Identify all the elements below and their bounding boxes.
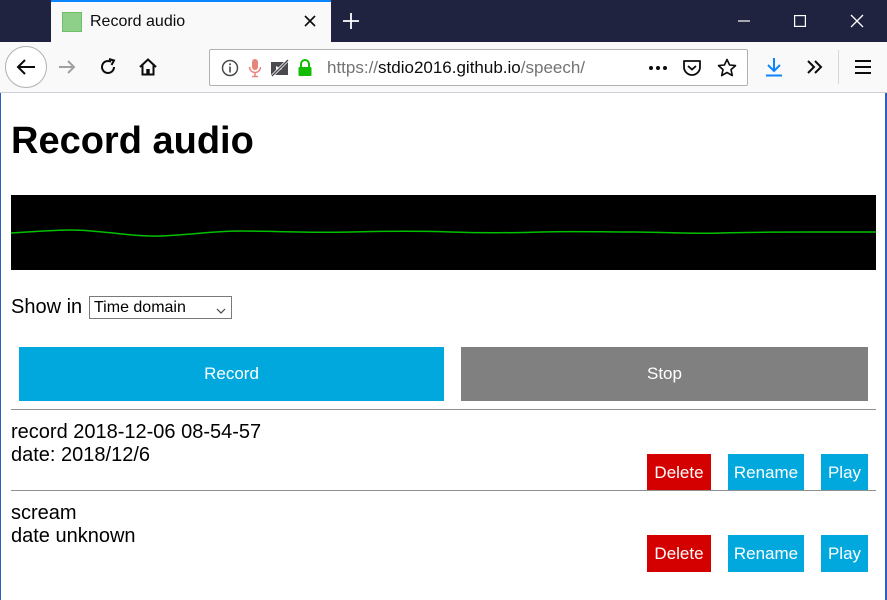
ellipsis-icon[interactable] [648, 58, 668, 78]
clip-name: record 2018-12-06 08-54-57 [11, 421, 262, 443]
clip-item: scream date unknown Delete Rename Play [0, 502, 887, 582]
play-button[interactable]: Play [821, 454, 868, 491]
rename-button[interactable]: Rename [728, 535, 804, 572]
url-scheme: https:// [327, 58, 379, 77]
home-icon[interactable] [133, 52, 163, 82]
hamburger-icon[interactable] [848, 52, 878, 82]
waveform-visualizer [10, 195, 876, 270]
browser-tab[interactable]: Record audio [51, 0, 331, 42]
favicon-icon [62, 12, 82, 32]
delete-button[interactable]: Delete [647, 454, 711, 491]
url-text[interactable]: https://stdio2016.github.io/speech/ [327, 58, 632, 78]
rename-button[interactable]: Rename [728, 454, 804, 491]
page-title: Record audio [11, 120, 254, 162]
autoplay-blocked-icon[interactable] [270, 58, 290, 78]
star-icon[interactable] [717, 58, 737, 78]
maximize-button[interactable] [772, 0, 828, 42]
download-icon[interactable] [759, 52, 789, 82]
microphone-icon[interactable] [245, 58, 265, 78]
url-path: /speech/ [520, 58, 586, 77]
stop-button[interactable]: Stop [461, 347, 868, 401]
reload-icon[interactable] [93, 52, 123, 82]
info-icon[interactable] [220, 58, 240, 78]
clip-item: record 2018-12-06 08-54-57 date: 2018/12… [0, 421, 887, 501]
toolbar-separator [838, 50, 839, 84]
play-button[interactable]: Play [821, 535, 868, 572]
lock-icon[interactable] [295, 58, 315, 78]
minimize-button[interactable] [716, 0, 772, 42]
view-mode-value: Time domain [94, 299, 186, 316]
page-content: Record audio Show in Time domain Record … [0, 93, 887, 600]
clip-divider [11, 409, 876, 410]
waveform-line [10, 229, 876, 237]
clip-date: date: 2018/12/6 [11, 444, 151, 466]
plus-icon[interactable] [336, 6, 366, 36]
forward-arrow-icon[interactable] [52, 52, 82, 82]
record-button[interactable]: Record [19, 347, 444, 401]
clip-divider [11, 490, 876, 491]
clip-date: date unknown [11, 525, 136, 547]
delete-button[interactable]: Delete [647, 535, 711, 572]
pocket-icon[interactable] [682, 58, 702, 78]
window-titlebar: Record audio [0, 0, 887, 42]
window-close-button[interactable] [829, 0, 885, 42]
clip-name: scream [11, 502, 77, 524]
double-chevron-icon[interactable] [800, 52, 830, 82]
show-in-label: Show in [11, 296, 83, 318]
close-icon[interactable] [299, 10, 321, 32]
navigation-toolbar: https://stdio2016.github.io/speech/ [0, 42, 887, 93]
view-mode-select[interactable]: Time domain [89, 296, 232, 319]
url-host: stdio2016.github.io [378, 58, 521, 77]
chevron-down-icon [216, 302, 226, 320]
window-border-left [0, 93, 1, 600]
back-arrow-icon[interactable] [5, 46, 47, 88]
tab-title: Record audio [90, 13, 186, 30]
url-bar[interactable]: https://stdio2016.github.io/speech/ [209, 49, 748, 86]
